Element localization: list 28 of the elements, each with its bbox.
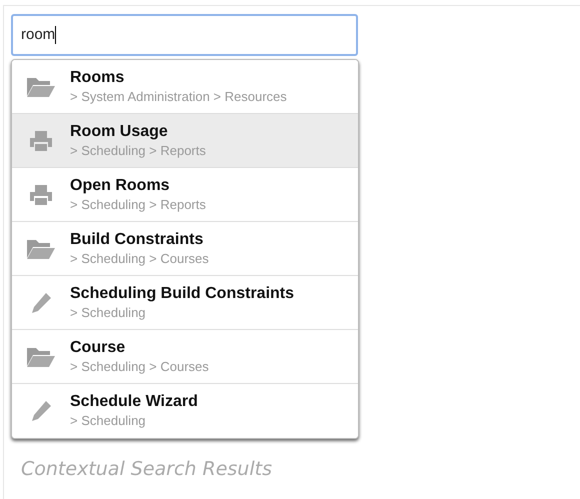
- result-title: Course: [70, 338, 126, 358]
- printer-icon: [28, 182, 54, 206]
- result-item[interactable]: Rooms > System Administration > Resources: [12, 60, 358, 114]
- pencil-icon: [29, 399, 53, 423]
- search-text: room: [21, 24, 56, 45]
- result-title: Schedule Wizard: [70, 392, 198, 412]
- result-path: > System Administration > Resources: [70, 88, 287, 106]
- result-path: > Scheduling: [70, 304, 147, 322]
- caption: Contextual Search Results: [21, 457, 273, 482]
- pencil-icon: [29, 290, 53, 314]
- result-path: > Scheduling > Courses: [70, 358, 209, 376]
- result-item[interactable]: Room Usage > Scheduling > Reports: [12, 114, 358, 168]
- result-path: > Scheduling > Courses: [70, 250, 209, 268]
- result-title: Scheduling Build Constraints: [70, 284, 294, 304]
- result-item[interactable]: Scheduling Build Constraints > Scheduling: [12, 276, 358, 330]
- result-title: Rooms: [70, 68, 126, 88]
- result-item[interactable]: Course > Scheduling > Courses: [12, 330, 358, 384]
- result-item[interactable]: Open Rooms > Scheduling > Reports: [12, 168, 358, 222]
- result-item[interactable]: Build Constraints > Scheduling > Courses: [12, 222, 358, 276]
- result-path: > Scheduling > Reports: [70, 142, 206, 160]
- result-title: Open Rooms: [70, 176, 171, 196]
- search-field[interactable]: room: [11, 14, 358, 56]
- printer-icon: [28, 128, 54, 152]
- result-title: Build Constraints: [70, 230, 204, 250]
- result-item[interactable]: Schedule Wizard > Scheduling: [12, 384, 358, 438]
- result-title: Room Usage: [70, 122, 169, 142]
- result-path: > Scheduling > Reports: [70, 196, 206, 214]
- result-path: > Scheduling: [70, 412, 147, 430]
